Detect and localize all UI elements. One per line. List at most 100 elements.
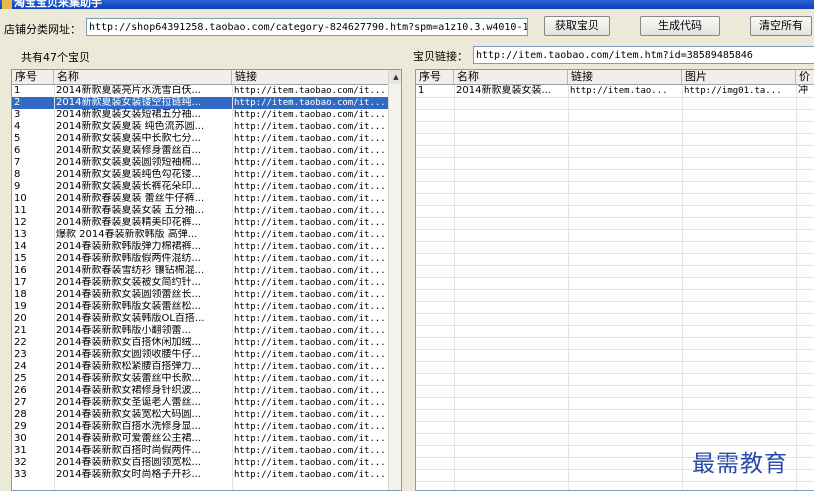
col-header-link[interactable]: 链接 — [568, 70, 682, 84]
row-divider — [416, 157, 814, 158]
row-name: 2014春装新款女圣诞老人蕾丝... — [56, 397, 201, 408]
table-row[interactable]: 32 2014春装新款女百搭圆领宽松... http://item.taobao.c… — [12, 457, 388, 469]
row-divider — [416, 421, 814, 422]
table-row[interactable]: 25 2014春装新款女装蕾丝中长款... http://item.taobao.c… — [12, 373, 388, 385]
row-link: http://item.taobao.com/it... — [234, 350, 386, 360]
item-list[interactable]: 序号 名称 链接 ▲ 1 2014新款夏装亮片水洗雪白仸... http://ite… — [11, 69, 402, 491]
table-row[interactable]: 13 爆款 2014春装新款韩版 高弹... http://item.taobao.… — [12, 229, 388, 241]
selected-list-header: 序号 名称 链接 图片 价 — [416, 70, 814, 85]
app-icon — [2, 0, 12, 9]
scroll-up-icon[interactable]: ▲ — [389, 70, 401, 84]
table-row[interactable]: 17 2014春装新款女装被女简约针... http://item.taobao.c… — [12, 277, 388, 289]
table-row[interactable]: 14 2014春装新款韩版弹力棉裙裤... http://item.taobao.c… — [12, 241, 388, 253]
table-row[interactable]: 10 2014新款春装夏装 蕾丝牛仔裤... http://item.taobao.… — [12, 193, 388, 205]
table-row[interactable]: 31 2014春装新款百搭时尚假两件... http://item.taobao.c… — [12, 445, 388, 457]
row-index: 4 — [14, 121, 21, 132]
table-row[interactable]: 29 2014春装新款百搭水洗修身显... http://item.taobao.c… — [12, 421, 388, 433]
row-link: http://item.taobao.com/it... — [234, 98, 386, 108]
item-list-scrollbar[interactable]: ▲ — [388, 70, 401, 490]
row-divider — [416, 145, 814, 146]
row-divider — [416, 337, 814, 338]
col-header-image[interactable]: 图片 — [682, 70, 796, 84]
row-divider — [416, 385, 814, 386]
col-header-index[interactable]: 序号 — [416, 70, 454, 84]
row-name: 2014新款夏装女装... — [456, 85, 551, 96]
row-divider — [416, 241, 814, 242]
row-index: 30 — [14, 433, 27, 444]
table-row[interactable]: 22 2014春装新款女百搭休闲加绒... http://item.taobao.c… — [12, 337, 388, 349]
generate-code-button[interactable]: 生成代码 — [640, 16, 720, 36]
selected-item-list[interactable]: 序号 名称 链接 图片 价 1 2014新款夏装女装... http://item.… — [415, 69, 814, 491]
row-divider — [416, 253, 814, 254]
table-row[interactable]: 3 2014新款夏装女装短裙五分袖... http://item.taobao.co… — [12, 109, 388, 121]
row-link: http://item.taobao.com/it... — [234, 422, 386, 432]
table-row[interactable]: 7 2014新款女装夏装圆领短袖棉... http://item.taobao.co… — [12, 157, 388, 169]
table-row[interactable]: 21 2014春装新款韩版小翻领蕾... http://item.taobao.co… — [12, 325, 388, 337]
row-link: http://item.taobao.com/it... — [234, 374, 386, 384]
row-index: 17 — [14, 277, 27, 288]
row-index: 1 — [14, 85, 21, 96]
row-link: http://item.taobao.com/it... — [234, 134, 386, 144]
row-index: 25 — [14, 373, 27, 384]
table-row[interactable]: 5 2014新款女装夏装中长款七分... http://item.taobao.co… — [12, 133, 388, 145]
row-link: http://item.taobao.com/it... — [234, 410, 386, 420]
row-index: 15 — [14, 253, 27, 264]
table-row[interactable]: 8 2014新款女装夏装纯色勾花镂... http://item.taobao.co… — [12, 169, 388, 181]
row-divider — [416, 181, 814, 182]
row-index: 22 — [14, 337, 27, 348]
row-name: 2014春装新款百搭水洗修身显... — [56, 421, 201, 432]
item-link-label: 宝贝链接： — [413, 50, 468, 63]
table-row[interactable]: 6 2014新款女装夏装修身蕾丝百... http://item.taobao.co… — [12, 145, 388, 157]
table-row[interactable]: 26 2014春装新款女裙修身针织波... http://item.taobao.c… — [12, 385, 388, 397]
table-row[interactable]: 2 2014新款夏装女装镂空拉链纯... http://item.taobao.co… — [12, 97, 388, 109]
row-divider — [416, 361, 814, 362]
row-name: 2014春装新款女百搭休闲加绒... — [56, 337, 201, 348]
table-row[interactable]: 23 2014春装新款女圆领收腰牛仔... http://item.taobao.c… — [12, 349, 388, 361]
table-row[interactable]: 15 2014春装新款韩版假两件混纺... http://item.taobao.c… — [12, 253, 388, 265]
row-index: 6 — [14, 145, 21, 156]
row-index: 21 — [14, 325, 27, 336]
table-row[interactable]: 1 2014新款夏装女装... http://item.tao... http://i… — [416, 85, 814, 97]
clear-all-button[interactable]: 清空所有 — [750, 16, 812, 36]
row-index: 32 — [14, 457, 27, 468]
row-name: 2014春装新款韩版弹力棉裙裤... — [56, 241, 201, 252]
table-row[interactable]: 24 2014春装新款松紧腰百搭弹力... http://item.taobao.c… — [12, 361, 388, 373]
table-row[interactable]: 30 2014春装新款可爱蕾丝公主裙... http://item.taobao.c… — [12, 433, 388, 445]
row-name: 2014春装新款韩版假两件混纺... — [56, 253, 201, 264]
fetch-items-button[interactable]: 获取宝贝 — [544, 16, 610, 36]
row-index: 8 — [14, 169, 21, 180]
table-row[interactable]: 27 2014春装新款女圣诞老人蕾丝... http://item.taobao.c… — [12, 397, 388, 409]
item-link-input[interactable]: http://item.taobao.com/item.htm?id=38589… — [473, 46, 814, 64]
col-header-name[interactable]: 名称 — [54, 70, 232, 84]
row-index: 2 — [14, 97, 21, 108]
table-row[interactable]: 19 2014春装新款韩版女装蕾丝松... http://item.taobao.c… — [12, 301, 388, 313]
table-row[interactable]: 12 2014新款春装夏装精美印花裤... http://item.taobao.c… — [12, 217, 388, 229]
row-name: 2014春装新款韩版女装蕾丝松... — [56, 301, 201, 312]
item-count-label: 共有47个宝贝 — [21, 51, 90, 64]
row-name: 2014春装新款女圆领收腰牛仔... — [56, 349, 201, 360]
table-row[interactable]: 16 2014新款春装雪纺衫 镶钻棉混... http://item.taobao.… — [12, 265, 388, 277]
table-row[interactable]: 33 2014春装新款女时尚格子开衫... http://item.taobao.c… — [12, 469, 388, 481]
table-row[interactable]: 1 2014新款夏装亮片水洗雪白仸... http://item.taobao.co… — [12, 85, 388, 97]
table-row[interactable]: 9 2014新款女装夏装长裤花朵印... http://item.taobao.co… — [12, 181, 388, 193]
row-name: 2014新款夏装女装短裙五分袖... — [56, 109, 201, 120]
col-header-name[interactable]: 名称 — [454, 70, 568, 84]
row-name: 爆款 2014春装新款韩版 高弹... — [56, 229, 198, 240]
table-row[interactable]: 20 2014春装新款女装韩版OL百搭... http://item.taobao.… — [12, 313, 388, 325]
row-link: http://item.taobao.com/it... — [234, 470, 386, 480]
row-link: http://item.taobao.com/it... — [234, 266, 386, 276]
row-divider — [416, 133, 814, 134]
col-header-price[interactable]: 价 — [796, 70, 814, 84]
url-input[interactable]: http://shop64391258.taobao.com/category-… — [86, 18, 528, 36]
row-name: 2014春装新款韩版小翻领蕾... — [56, 325, 191, 336]
table-row[interactable]: 11 2014新款春装夏装女装 五分袖... http://item.taobao.… — [12, 205, 388, 217]
row-divider — [416, 193, 814, 194]
col-header-index[interactable]: 序号 — [12, 70, 54, 84]
table-row[interactable]: 28 2014春装新款女装宽松大码圆... http://item.taobao.c… — [12, 409, 388, 421]
col-header-link[interactable]: 链接 — [232, 70, 390, 84]
row-name: 2014春装新款女装蕾丝中长款... — [56, 373, 201, 384]
row-link: http://item.taobao.com/it... — [234, 182, 386, 192]
table-row[interactable]: 18 2014春装新款女装圆领蕾丝长... http://item.taobao.c… — [12, 289, 388, 301]
table-row[interactable]: 4 2014新款女装夏装 纯色流苏圆... http://item.taobao.c… — [12, 121, 388, 133]
row-index: 27 — [14, 397, 27, 408]
